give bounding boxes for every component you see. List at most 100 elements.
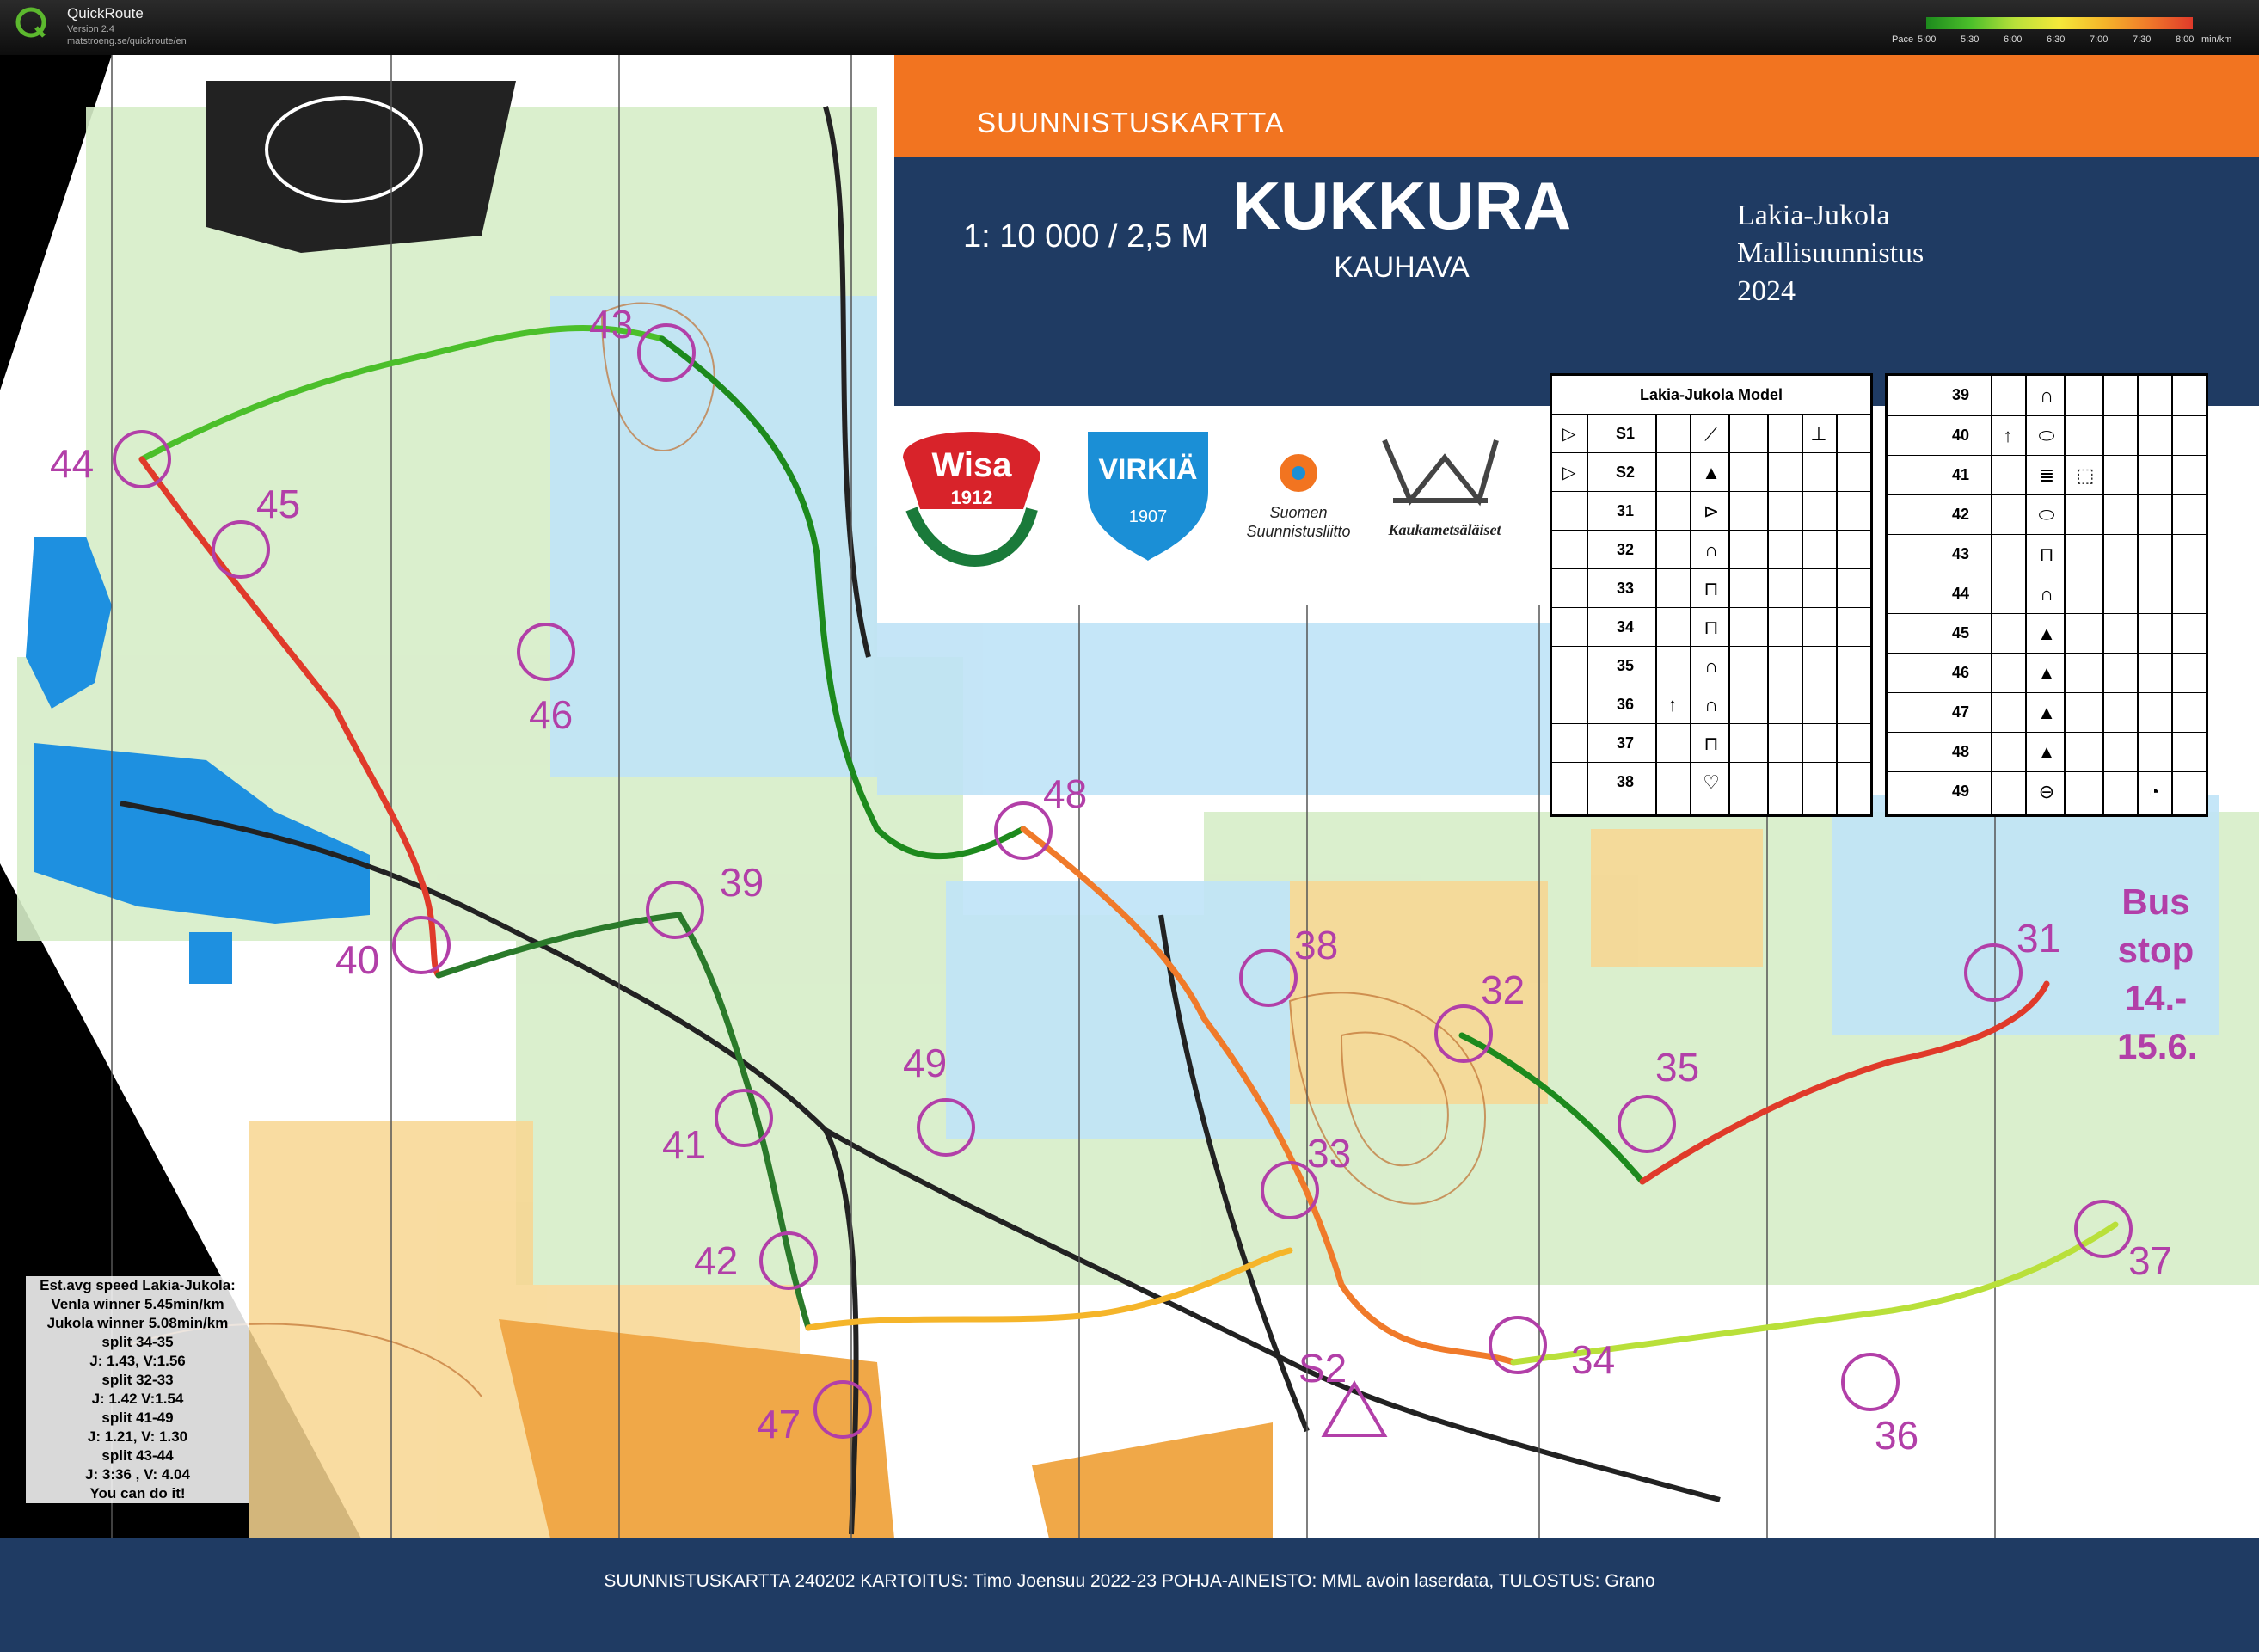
- event-line: Mallisuunnistus: [1737, 237, 1924, 269]
- app-title-bar: QuickRoute Version 2.4 matstroeng.se/qui…: [0, 0, 2259, 55]
- control-code: 36: [1616, 696, 1635, 713]
- app-url: matstroeng.se/quickroute/en: [67, 36, 187, 46]
- map-canvas[interactable]: 31 32 33 34 35 36 37 38 39 40 41 42 43 4…: [0, 55, 2259, 1652]
- feature-symbol: ∩: [1704, 655, 1718, 677]
- pace-tick: 7:30: [2133, 34, 2152, 45]
- kaukametsalaiset-logo-text: Kaukametsäläiset: [1387, 521, 1501, 538]
- control-row: 46 ▲: [1888, 653, 2206, 692]
- control-row: 39 ∩: [1888, 376, 2206, 415]
- start-triangle-icon: ▷: [1562, 464, 1576, 482]
- feature-symbol: ∩: [2040, 384, 2053, 406]
- pace-label: Pace: [1892, 34, 1914, 45]
- bus-stop-line: 15.6.: [2117, 1026, 2198, 1066]
- control-label-32: 32: [1481, 967, 1525, 1012]
- control-label-45: 45: [256, 482, 301, 526]
- speed-note-line: split 41-49: [101, 1409, 174, 1426]
- control-code: 48: [1951, 743, 1970, 760]
- map-town: KAUHAVA: [1334, 251, 1470, 284]
- feature-symbol: ⟋: [1704, 423, 1718, 445]
- pace-tick: 8:00: [2176, 34, 2195, 45]
- speed-note-line: Jukola winner 5.08min/km: [46, 1315, 229, 1331]
- event-line: 2024: [1737, 275, 1796, 307]
- feature-symbol: ⊓: [1703, 733, 1719, 754]
- control-code: 43: [1951, 545, 1970, 562]
- control-label-49: 49: [903, 1041, 948, 1085]
- wisa-logo-year: 1912: [951, 487, 993, 508]
- control-code: 47: [1951, 703, 1970, 721]
- control-row: 45 ▲: [1888, 613, 2206, 653]
- control-row: 33 ⊓: [1552, 568, 1870, 608]
- control-code: 35: [1616, 657, 1635, 674]
- control-label-47: 47: [757, 1402, 801, 1446]
- speed-note-line: J: 1.43, V:1.56: [89, 1353, 186, 1369]
- control-label-42: 42: [694, 1238, 739, 1283]
- control-row: 32 ∩: [1552, 530, 1870, 569]
- map-title: KUKKURA: [1231, 168, 1572, 243]
- speed-note-line: Est.avg speed Lakia-Jukola:: [40, 1277, 236, 1293]
- control-code: 34: [1616, 618, 1635, 636]
- event-line: Lakia-Jukola: [1737, 200, 1890, 231]
- control-row: 49 ⊖ ◔: [1888, 771, 2206, 811]
- control-row: 37 ⊓: [1552, 723, 1870, 763]
- feature-symbol: ≣: [2038, 464, 2055, 486]
- control-row: 47 ▲: [1888, 692, 2206, 732]
- speed-note-line: split 43-44: [101, 1447, 174, 1464]
- control-code: 33: [1616, 580, 1635, 597]
- control-label-33: 33: [1307, 1131, 1352, 1176]
- control-code: 37: [1616, 734, 1635, 752]
- ssl-logo-text: Suomen: [1269, 504, 1327, 521]
- control-label-36: 36: [1875, 1413, 1919, 1458]
- wisa-logo-text: Wisa: [931, 446, 1012, 484]
- control-label-31: 31: [2017, 916, 2061, 961]
- control-row: 36 ↑ ∩: [1552, 685, 1870, 724]
- control-code: 45: [1951, 624, 1970, 642]
- control-label-43: 43: [589, 302, 634, 347]
- control-row: ▷ S2 ▲: [1552, 452, 1870, 492]
- app-version: Version 2.4: [67, 24, 115, 34]
- map-footer-text: SUUNNISTUSKARTTA 240202 KARTOITUS: Timo …: [604, 1571, 1655, 1591]
- app-name: QuickRoute: [67, 5, 144, 21]
- feature-symbol: ⬭: [2038, 425, 2055, 446]
- header-orange-band: [894, 55, 2259, 157]
- control-label-37: 37: [2128, 1238, 2173, 1283]
- control-row: 38 ♡: [1552, 762, 1870, 801]
- control-code: 49: [1951, 783, 1970, 800]
- control-label-44: 44: [50, 441, 95, 486]
- bus-stop-line: Bus: [2121, 881, 2190, 922]
- header-map-type: SUUNNISTUSKARTTA: [977, 107, 1285, 138]
- control-row: 31 ⊳: [1552, 491, 1870, 531]
- control-label-39: 39: [720, 860, 764, 905]
- kaukametsalaiset-logo-icon: [1382, 439, 1499, 507]
- feature-symbol: ▲: [2037, 623, 2056, 644]
- speed-notes: Est.avg speed Lakia-Jukola: Venla winner…: [26, 1276, 249, 1503]
- feature-symbol: ♡: [1703, 771, 1720, 793]
- pace-tick: 6:00: [2004, 34, 2023, 45]
- control-row: 41 ≣ ⬚: [1888, 455, 2206, 494]
- control-code: 41: [1951, 466, 1970, 483]
- pace-tick: 6:30: [2047, 34, 2066, 45]
- control-label-start-2: S2: [1298, 1346, 1347, 1391]
- appearance-symbol: ⬚: [2076, 464, 2095, 486]
- speed-note-line: Venla winner 5.45min/km: [51, 1296, 224, 1312]
- control-row: 40 ↑ ⬭: [1888, 415, 2206, 455]
- speed-note-line: J: 1.21, V: 1.30: [87, 1428, 188, 1445]
- pace-tick: 5:00: [1918, 34, 1937, 45]
- pace-unit: min/km: [2201, 34, 2232, 45]
- direction-symbol: ↑: [2003, 425, 2013, 446]
- ssl-logo-icon: [1280, 454, 1317, 492]
- pace-tick: 7:00: [2090, 34, 2109, 45]
- control-code: 46: [1951, 664, 1970, 681]
- map-footer-band: [0, 1538, 2259, 1652]
- speed-note-line: J: 1.42 V:1.54: [91, 1391, 184, 1407]
- control-code: 32: [1616, 541, 1635, 558]
- bus-stop-line: stop: [2117, 930, 2195, 970]
- control-row: 44 ∩: [1888, 574, 2206, 613]
- control-row: 35 ∩: [1552, 646, 1870, 685]
- control-label-34: 34: [1571, 1337, 1616, 1382]
- control-code: 39: [1951, 386, 1970, 403]
- feature-symbol: ▲: [1702, 462, 1721, 483]
- control-description-title: Lakia-Jukola Model: [1639, 386, 1783, 403]
- feature-symbol: ▲: [2037, 741, 2056, 763]
- control-code: 40: [1951, 427, 1970, 444]
- control-row: ▷ S1 ⟋ ⊥: [1552, 414, 1870, 453]
